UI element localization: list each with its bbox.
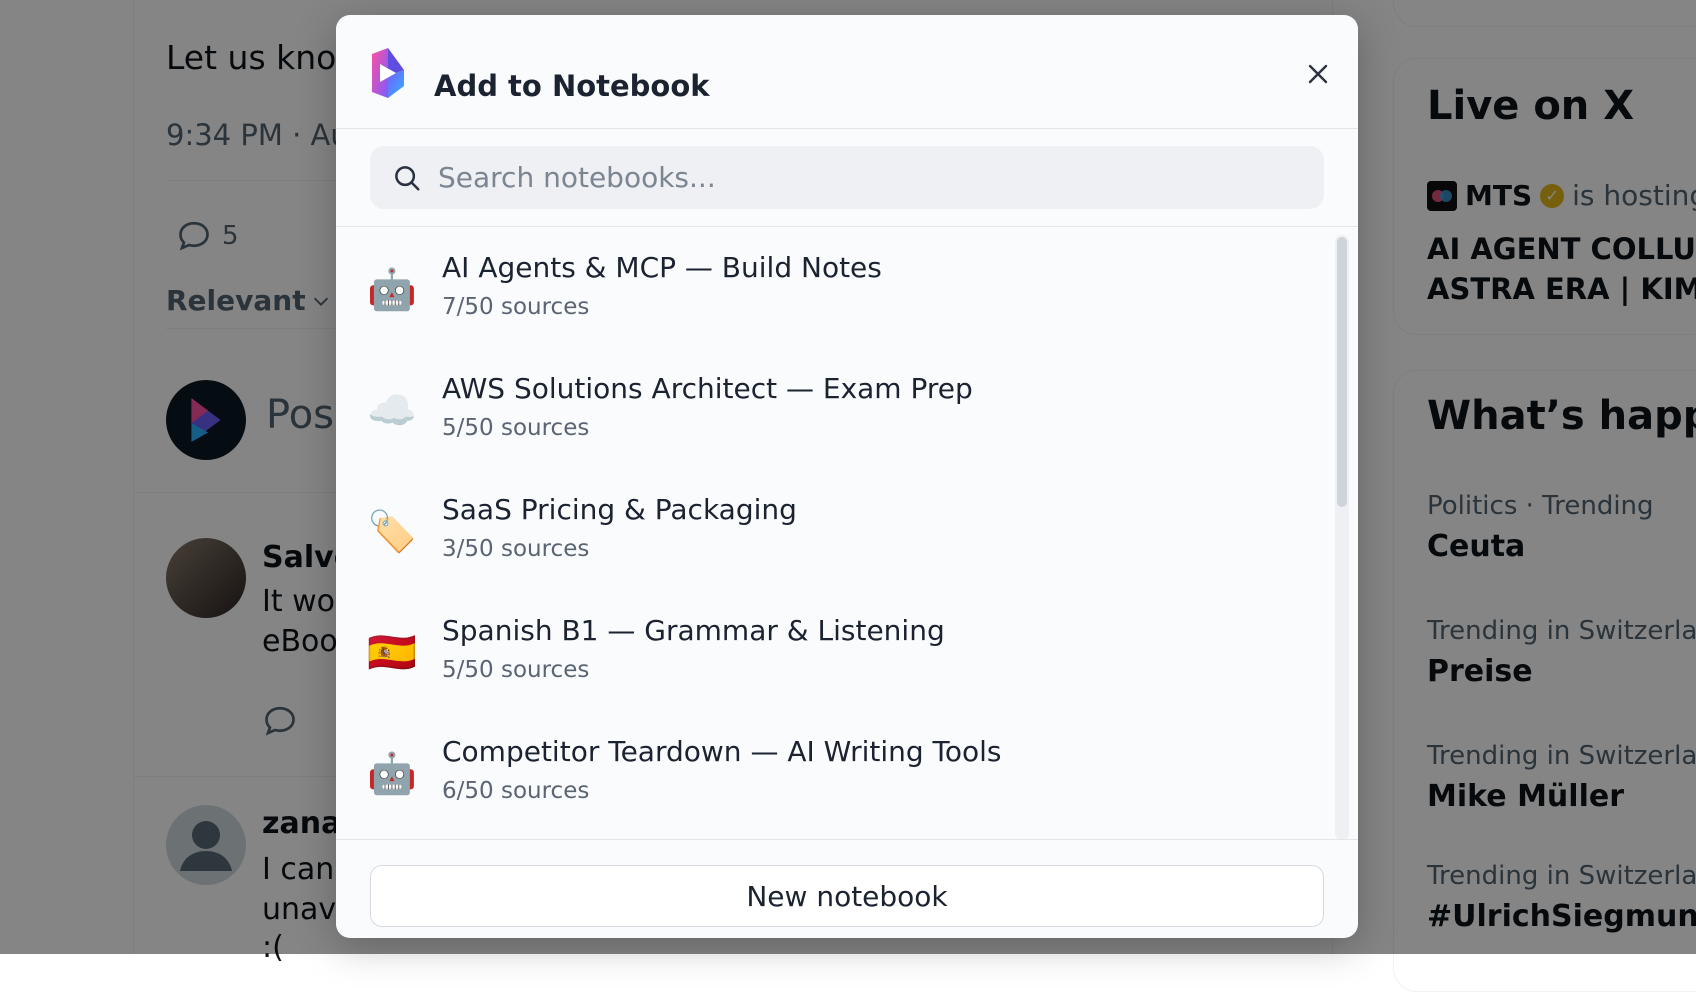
notebook-item[interactable]: 🤖 AI Agents & MCP — Build Notes 7/50 sou… bbox=[336, 227, 1336, 347]
notebook-source-count: 5/50 sources bbox=[442, 657, 590, 683]
app-logo-icon bbox=[372, 48, 404, 98]
notebook-source-count: 7/50 sources bbox=[442, 294, 590, 320]
notebook-name: AWS Solutions Architect — Exam Prep bbox=[442, 372, 973, 405]
notebook-item[interactable]: 🏷️ SaaS Pricing & Packaging 3/50 sources bbox=[336, 469, 1336, 589]
scrollbar-thumb[interactable] bbox=[1337, 237, 1347, 507]
dialog-header: Add to Notebook bbox=[336, 15, 1358, 129]
notebook-source-count: 6/50 sources bbox=[442, 778, 590, 804]
close-icon bbox=[1308, 64, 1328, 84]
dialog-title: Add to Notebook bbox=[434, 69, 710, 103]
notebook-name: Spanish B1 — Grammar & Listening bbox=[442, 614, 945, 647]
notebook-source-count: 5/50 sources bbox=[442, 415, 590, 441]
close-button[interactable] bbox=[1295, 51, 1341, 97]
search-input[interactable] bbox=[436, 160, 1300, 195]
new-notebook-button[interactable]: New notebook bbox=[370, 865, 1324, 927]
notebook-name: Competitor Teardown — AI Writing Tools bbox=[442, 735, 1002, 768]
cloud-emoji-icon: ☁️ bbox=[367, 388, 417, 434]
spain-flag-icon: 🇪🇸 bbox=[367, 630, 417, 676]
add-to-notebook-dialog: Add to Notebook 🤖 AI Agents & MCP — Buil… bbox=[336, 15, 1358, 938]
robot-emoji-icon: 🤖 bbox=[367, 267, 417, 313]
notebook-item[interactable]: ☁️ AWS Solutions Architect — Exam Prep 5… bbox=[336, 348, 1336, 468]
tag-emoji-icon: 🏷️ bbox=[367, 509, 417, 555]
robot-emoji-icon: 🤖 bbox=[367, 751, 417, 797]
search-box[interactable] bbox=[370, 146, 1324, 209]
notebook-item[interactable]: 🇪🇸 Spanish B1 — Grammar & Listening 5/50… bbox=[336, 590, 1336, 710]
notebook-source-count: 3/50 sources bbox=[442, 536, 590, 562]
notebook-name: AI Agents & MCP — Build Notes bbox=[442, 251, 882, 284]
notebook-list[interactable]: 🤖 AI Agents & MCP — Build Notes 7/50 sou… bbox=[336, 227, 1358, 838]
divider bbox=[336, 839, 1358, 840]
notebook-item[interactable]: 🤖 Competitor Teardown — AI Writing Tools… bbox=[336, 711, 1336, 831]
notebook-name: SaaS Pricing & Packaging bbox=[442, 493, 797, 526]
search-icon bbox=[395, 165, 420, 190]
